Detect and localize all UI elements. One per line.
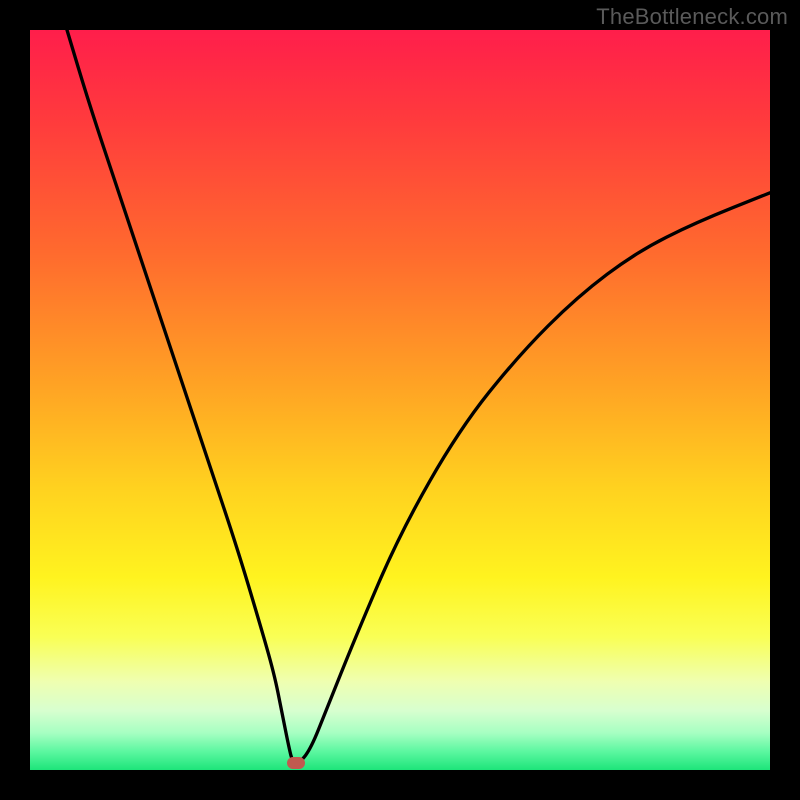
optimal-point-marker <box>287 757 305 769</box>
watermark-text: TheBottleneck.com <box>596 4 788 30</box>
chart-frame: TheBottleneck.com <box>0 0 800 800</box>
bottleneck-curve <box>30 30 770 770</box>
plot-area <box>30 30 770 770</box>
